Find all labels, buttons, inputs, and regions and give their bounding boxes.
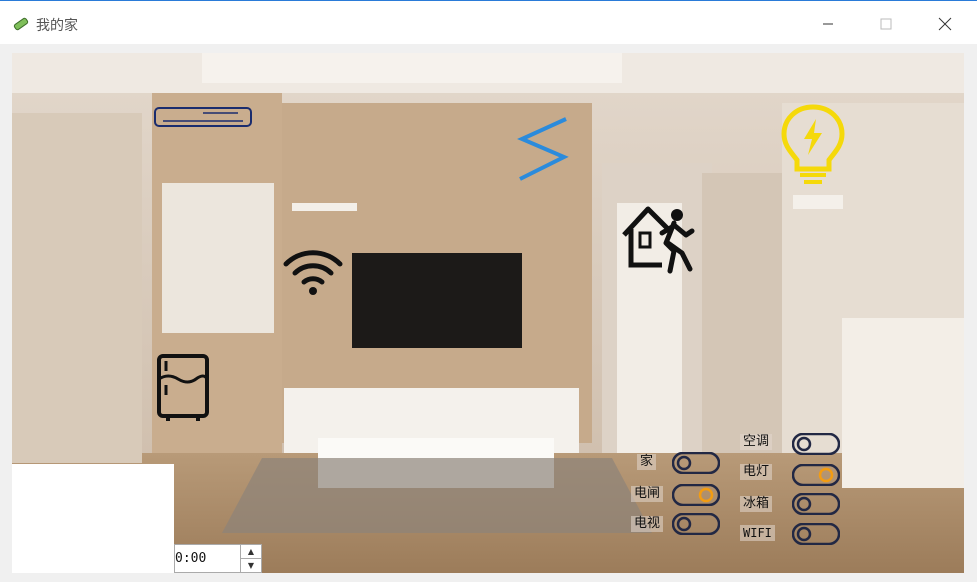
- label-home: 家: [637, 454, 657, 470]
- lightning-icon: [517, 117, 569, 181]
- light-bulb-icon: [781, 104, 845, 184]
- time-value: 0:00: [175, 551, 207, 566]
- toggle-breaker[interactable]: [672, 484, 720, 506]
- title-bar: 我的家: [0, 0, 977, 44]
- close-icon: [938, 17, 952, 31]
- fridge-icon: [157, 354, 209, 421]
- spin-down-icon[interactable]: ▼: [241, 559, 261, 572]
- toggle-ac[interactable]: [792, 433, 840, 455]
- toggle-wifi[interactable]: [792, 523, 840, 545]
- air-conditioner-icon: [154, 107, 252, 127]
- maximize-icon: [880, 18, 892, 30]
- home-view: 0:00 ▲ ▼ 家 电闸 电视 空调 电灯 冰箱 WIFI: [12, 53, 964, 573]
- preview-panel: [12, 464, 174, 573]
- spin-buttons: ▲ ▼: [240, 545, 261, 572]
- bottom-strip: [0, 573, 977, 582]
- time-spinbox[interactable]: 0:00 ▲ ▼: [174, 544, 262, 573]
- window-title: 我的家: [36, 18, 78, 34]
- home-exit-icon: [622, 206, 695, 274]
- label-tv: 电视: [631, 516, 664, 532]
- label-fridge: 冰箱: [740, 496, 773, 512]
- label-ac: 空调: [740, 434, 773, 450]
- close-button[interactable]: [930, 11, 960, 37]
- spin-up-icon[interactable]: ▲: [241, 545, 261, 559]
- wifi-icon: [283, 250, 343, 295]
- app-icon: [13, 17, 29, 31]
- toggle-home[interactable]: [672, 452, 720, 474]
- bulb-label-area: [793, 195, 843, 209]
- toggle-tv[interactable]: [672, 513, 720, 535]
- minimize-button[interactable]: [813, 11, 843, 37]
- label-light: 电灯: [740, 464, 773, 480]
- minimize-icon: [823, 23, 833, 25]
- toggle-light[interactable]: [792, 464, 840, 486]
- label-breaker: 电闸: [631, 486, 664, 502]
- toggle-fridge[interactable]: [792, 493, 840, 515]
- maximize-button[interactable]: [871, 11, 901, 37]
- label-wifi: WIFI: [740, 525, 775, 541]
